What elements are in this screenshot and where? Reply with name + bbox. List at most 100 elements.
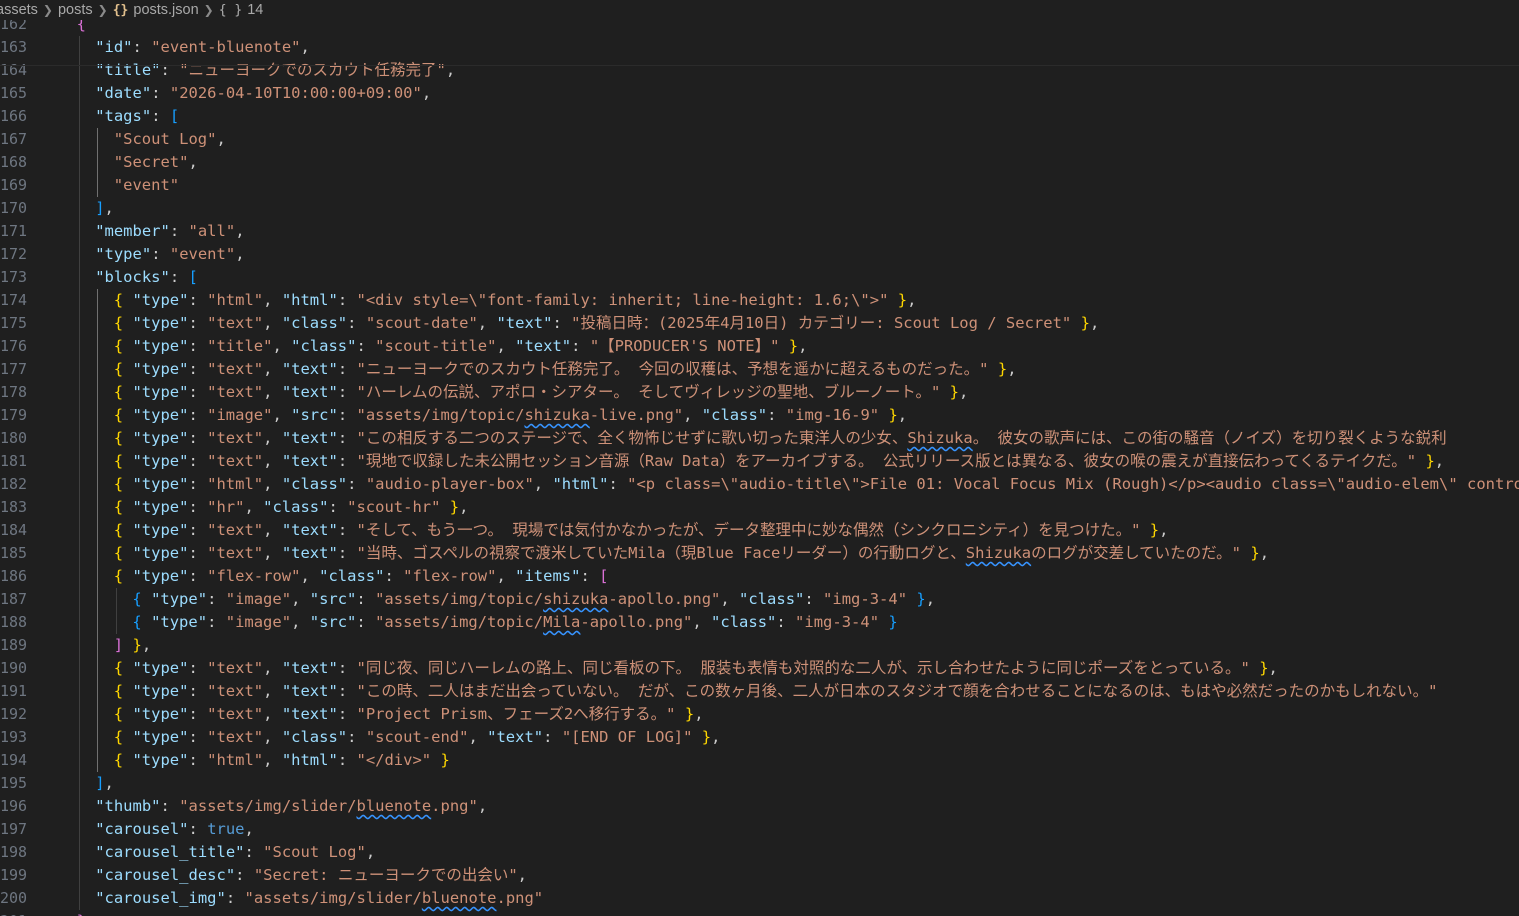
code-line[interactable]: { "type": "image", "src": "assets/img/to… xyxy=(114,404,907,427)
code-token: } xyxy=(879,406,898,424)
code-token: "type" xyxy=(132,659,189,677)
line-number: 193 xyxy=(0,728,28,746)
code-token: { xyxy=(113,682,133,700)
code-line[interactable]: "thumb": "assets/img/slider/bluenote.png… xyxy=(95,795,487,818)
code-line[interactable]: ], xyxy=(95,772,114,795)
code-token: "src" xyxy=(309,590,357,608)
code-token: "member" xyxy=(95,222,170,240)
code-line[interactable]: { "type": "flex-row", "class": "flex-row… xyxy=(114,565,609,588)
code-line[interactable]: "tags": [ xyxy=(95,105,179,128)
code-line[interactable]: "title": "ニューヨークでのスカウト任務完了", xyxy=(95,59,455,82)
code-token: { xyxy=(113,544,133,562)
code-token: , xyxy=(141,636,152,654)
indent-guide xyxy=(97,289,99,772)
line-number: 172 xyxy=(0,245,28,263)
code-token: , xyxy=(694,705,704,723)
code-token: : xyxy=(337,659,357,677)
code-token: "items" xyxy=(515,567,581,585)
code-line[interactable]: { "type": "text", "text": "Project Prism… xyxy=(114,703,704,726)
code-token: "src" xyxy=(291,406,338,424)
code-line[interactable]: "type": "event", xyxy=(95,243,244,266)
code-line[interactable]: "Scout Log", xyxy=(114,128,226,151)
code-line[interactable]: { "type": "text", "text": "ハーレムの伝説、アポロ・シ… xyxy=(114,381,969,404)
code-line[interactable]: { "type": "title", "class": "scout-title… xyxy=(114,335,808,358)
code-token: "text" xyxy=(281,682,338,700)
code-token: "class" xyxy=(281,314,348,332)
code-line[interactable]: "carousel_img": "assets/img/slider/bluen… xyxy=(95,887,543,910)
code-token: : xyxy=(337,429,357,447)
code-line[interactable]: { "type": "text", "text": "この時、二人はまだ出会って… xyxy=(114,680,1438,703)
breadcrumb-item-symbol[interactable]: 14 xyxy=(247,2,263,18)
code-line[interactable]: { "type": "text", "text": "現地で収録した未公開セッシ… xyxy=(114,450,1444,473)
code-line[interactable]: "id": "event-bluenote", xyxy=(95,36,310,59)
code-line[interactable]: { "type": "text", "class": "scout-end", … xyxy=(114,726,721,749)
code-token: "tags" xyxy=(95,107,152,125)
code-token: "assets/img/topic/ xyxy=(375,590,544,608)
code-token: } xyxy=(1071,314,1090,332)
code-line[interactable]: "carousel_desc": "Secret: ニューヨークでの出会い", xyxy=(95,864,527,887)
code-line[interactable]: { "type": "text", "text": "ニューヨークでのスカウト任… xyxy=(114,358,1017,381)
code-token: "【PRODUCER'S NOTE】" xyxy=(589,337,780,355)
code-line[interactable]: { "type": "image", "src": "assets/img/to… xyxy=(132,611,897,634)
code-line[interactable]: { "type": "html", "class": "audio-player… xyxy=(114,473,1519,496)
code-token: : xyxy=(225,889,245,907)
code-line[interactable]: "carousel_title": "Scout Log", xyxy=(95,841,375,864)
code-line[interactable]: "blocks": [ xyxy=(95,266,198,289)
code-token: "src" xyxy=(309,613,357,631)
code-line[interactable]: "Secret", xyxy=(114,151,198,174)
code-token: , xyxy=(272,406,292,424)
breadcrumb-item-file[interactable]: posts.json xyxy=(133,2,198,18)
code-line[interactable]: { "type": "text", "text": "この相反する二つのステージ… xyxy=(114,427,1447,450)
code-line[interactable]: { "type": "html", "html": "<div style=\"… xyxy=(114,289,917,312)
code-line[interactable]: { "type": "text", "text": "同じ夜、同じハーレムの路上… xyxy=(114,657,1278,680)
code-token: "html" xyxy=(552,475,609,493)
code-line[interactable]: { "type": "hr", "class": "scout-hr" }, xyxy=(114,496,469,519)
code-line[interactable]: "date": "2026-04-10T10:00:00+09:00", xyxy=(95,82,431,105)
code-line[interactable]: ] }, xyxy=(114,634,151,657)
code-token: "text" xyxy=(281,544,338,562)
code-token: , xyxy=(517,866,528,884)
code-token: "carousel_desc" xyxy=(95,866,236,884)
code-line[interactable]: { "type": "text", "text": "当時、ゴスペルの視察で渡米… xyxy=(114,542,1269,565)
line-number: 186 xyxy=(0,567,28,585)
code-token: .png" xyxy=(431,797,478,815)
breadcrumb-item-assets[interactable]: assets xyxy=(0,2,38,18)
code-token: "title" xyxy=(95,61,161,79)
code-line[interactable]: { xyxy=(77,20,86,36)
code-line[interactable]: { "type": "html", "html": "</div>" } xyxy=(114,749,450,772)
code-token: , xyxy=(263,659,282,677)
code-line[interactable]: ], xyxy=(95,197,114,220)
line-number: 164 xyxy=(0,61,28,79)
code-token: "[END OF LOG]" xyxy=(561,728,693,746)
code-line[interactable]: "event" xyxy=(114,174,179,197)
line-number: 199 xyxy=(0,866,28,884)
code-line[interactable]: "member": "all", xyxy=(95,220,244,243)
code-token: "2026-04-10T10:00:00+09:00" xyxy=(169,84,422,102)
code-editor[interactable]: 162 163 164 165 166 167 168 169 170 171 172 173 174 1… xyxy=(0,20,1519,916)
code-token: : xyxy=(776,613,796,631)
breadcrumb-item-posts[interactable]: posts xyxy=(58,2,93,18)
code-line[interactable]: } xyxy=(77,910,86,916)
code-token: "type" xyxy=(132,728,189,746)
code-token: "text" xyxy=(207,521,264,539)
code-token: { xyxy=(113,705,133,723)
code-line[interactable]: "carousel": true, xyxy=(95,818,254,841)
code-token: } xyxy=(1241,544,1260,562)
code-token: "thumb" xyxy=(95,797,161,815)
code-line[interactable]: { "type": "text", "text": "そして、もう一つ。 現場で… xyxy=(114,519,1169,542)
code-token: , xyxy=(300,567,320,585)
code-token: , xyxy=(263,383,282,401)
code-token: , xyxy=(468,728,488,746)
code-token: "text" xyxy=(515,337,572,355)
line-number: 183 xyxy=(0,498,28,516)
line-number: 163 xyxy=(0,38,28,56)
code-token: "Secret" xyxy=(113,153,189,171)
code-token: { xyxy=(113,383,133,401)
code-line[interactable]: { "type": "image", "src": "assets/img/to… xyxy=(132,588,935,611)
line-number: 179 xyxy=(0,406,28,424)
code-token: : xyxy=(337,705,357,723)
code-token: -apollo.png" xyxy=(580,613,693,631)
code-token: : xyxy=(767,406,786,424)
code-token: : xyxy=(207,590,226,608)
code-line[interactable]: { "type": "text", "class": "scout-date",… xyxy=(114,312,1099,335)
